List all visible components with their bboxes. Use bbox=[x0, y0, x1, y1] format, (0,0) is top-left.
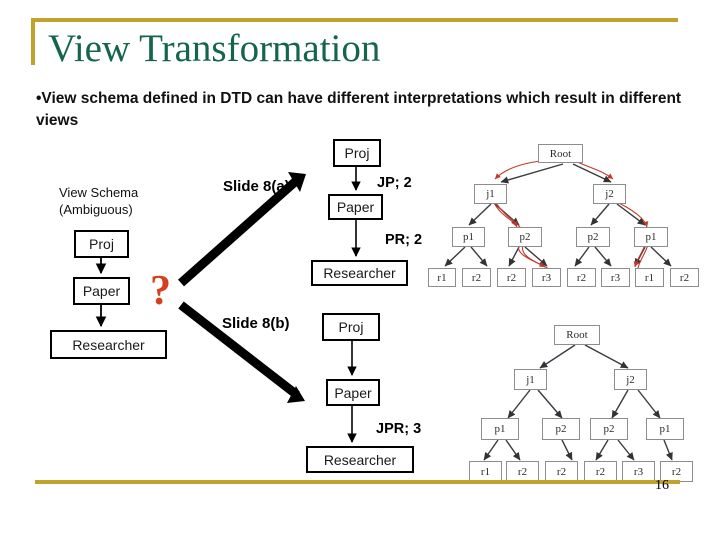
tree-bottom: Root j1 j2 p1 p2 p2 p1 r1 r2 r2 r2 r3 r2 bbox=[432, 308, 704, 482]
tree-top-node-p1-a: p1 bbox=[452, 227, 485, 247]
tree-bottom-leaf-1: r1 bbox=[469, 461, 502, 482]
tree-top: Root j1 j2 p1 p2 p2 p1 r1 r2 r2 r3 r2 r3… bbox=[423, 135, 708, 290]
tree-top-node-p1-b: p1 bbox=[634, 227, 668, 247]
tree-bottom-node-p2-b: p2 bbox=[590, 418, 628, 440]
tree-bottom-node-j2: j2 bbox=[614, 369, 647, 390]
footer-rule bbox=[35, 480, 680, 484]
interp-b-edge-label-jpr: JPR; 3 bbox=[376, 421, 422, 437]
tree-top-leaf-2: r2 bbox=[462, 268, 491, 287]
tree-top-node-p2-b: p2 bbox=[576, 227, 610, 247]
tree-bottom-leaf-2: r2 bbox=[506, 461, 539, 482]
slide-canvas: View Transformation •View schema defined… bbox=[0, 0, 720, 540]
tree-top-leaf-7: r1 bbox=[635, 268, 664, 287]
tree-top-leaf-5: r2 bbox=[567, 268, 596, 287]
tree-top-leaf-8: r2 bbox=[670, 268, 699, 287]
tree-bottom-node-j1: j1 bbox=[514, 369, 547, 390]
tree-bottom-node-p1-b: p1 bbox=[646, 418, 684, 440]
tree-bottom-leaf-4: r2 bbox=[584, 461, 617, 482]
tree-bottom-node-p2-a: p2 bbox=[542, 418, 580, 440]
tree-top-node-j1: j1 bbox=[474, 184, 507, 204]
tree-top-node-root: Root bbox=[538, 144, 583, 163]
tree-top-leaf-1: r1 bbox=[428, 268, 456, 287]
tree-top-node-j2: j2 bbox=[593, 184, 626, 204]
tree-top-leaf-6: r3 bbox=[601, 268, 630, 287]
tree-top-leaf-4: r3 bbox=[532, 268, 561, 287]
page-number: 16 bbox=[655, 478, 669, 493]
tree-top-node-p2-a: p2 bbox=[508, 227, 542, 247]
tree-bottom-leaf-3: r2 bbox=[545, 461, 578, 482]
tree-top-leaf-3: r2 bbox=[497, 268, 526, 287]
tree-bottom-node-p1-a: p1 bbox=[481, 418, 519, 440]
tree-bottom-node-root: Root bbox=[554, 325, 600, 345]
tree-bottom-leaf-5: r3 bbox=[622, 461, 655, 482]
